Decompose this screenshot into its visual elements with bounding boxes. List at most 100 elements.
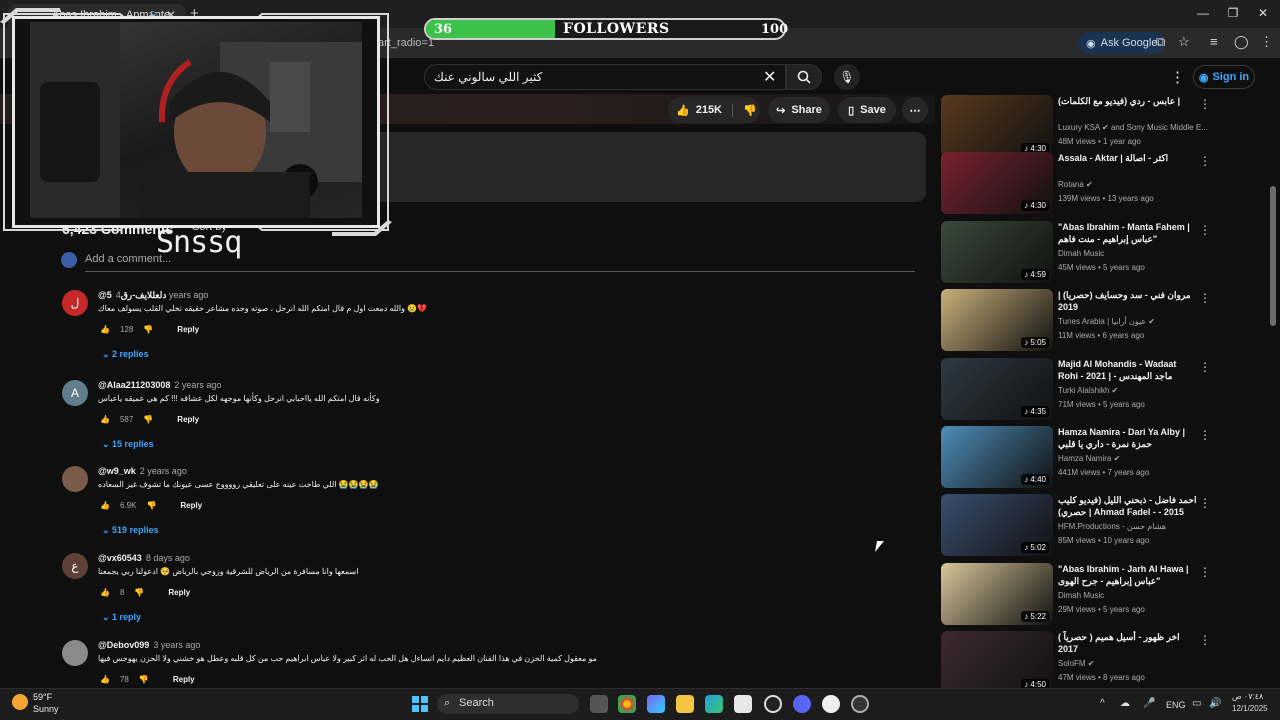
copilot-icon[interactable] xyxy=(647,695,665,713)
video-menu-icon[interactable]: ⋮ xyxy=(1199,360,1211,374)
view-replies-button[interactable]: ⌄ 15 replies xyxy=(102,439,154,450)
comment-time[interactable]: 2 years ago xyxy=(140,466,187,476)
video-thumbnail[interactable]: ♪ 4:35 xyxy=(941,358,1053,420)
reply-button[interactable]: Reply xyxy=(168,588,190,597)
taskbar-search[interactable]: Search xyxy=(437,694,579,714)
video-channel[interactable]: SoloFM ✔ xyxy=(1058,659,1095,668)
video-menu-icon[interactable]: ⋮ xyxy=(1199,223,1211,237)
related-video[interactable]: ♪ 4:30 عابس - ردي (فيديو مع الكلمات) | L… xyxy=(941,95,1211,157)
comment-avatar[interactable]: ل xyxy=(62,290,88,316)
thumbs-up-icon[interactable]: 👍 xyxy=(100,501,110,510)
task-view-icon[interactable] xyxy=(590,695,608,713)
comment-time[interactable]: 3 years ago xyxy=(153,640,200,650)
clock-date[interactable]: 12/1/2025 xyxy=(1232,704,1268,713)
video-channel[interactable]: Dimah Music xyxy=(1058,249,1104,258)
language-indicator[interactable]: ENG xyxy=(1166,700,1186,710)
clear-search-icon[interactable]: ✕ xyxy=(763,67,776,87)
related-video[interactable]: ♪ 4:30 Assala - Aktar | اكثر - اصالة Rot… xyxy=(941,152,1211,214)
related-video[interactable]: ♪ 5:05 مروان فني - سد وحسايف (حصريا) | 2… xyxy=(941,289,1211,351)
video-thumbnail[interactable]: ♪ 5:02 xyxy=(941,494,1053,556)
clock-time[interactable]: ٠٧:٤٨ ص xyxy=(1232,692,1263,701)
comment-author[interactable]: @دلعللايف-رق54 years ago xyxy=(98,290,208,301)
thumbs-up-icon[interactable]: 👍 xyxy=(676,104,690,117)
video-channel[interactable]: Dimah Music xyxy=(1058,591,1104,600)
video-title[interactable]: Hamza Namira - Dari Ya Alby | حمزة نمرة … xyxy=(1058,426,1198,450)
save-button[interactable]: ▯ Save xyxy=(838,97,896,123)
microphone-tray-icon[interactable]: 🎤 xyxy=(1143,698,1155,709)
thumbs-down-icon[interactable]: 👎 xyxy=(732,103,757,117)
view-replies-button[interactable]: ⌄ 519 replies xyxy=(102,525,159,536)
chrome-icon[interactable] xyxy=(618,695,636,713)
comment-time[interactable]: 2 years ago xyxy=(174,380,221,390)
profile-icon[interactable]: ◯ xyxy=(1234,34,1249,50)
windows-start-icon[interactable] xyxy=(412,696,428,712)
window-close-icon[interactable]: ✕ xyxy=(1248,6,1278,20)
display-icon[interactable]: ▭ xyxy=(1192,698,1201,709)
file-explorer-icon[interactable] xyxy=(676,695,694,713)
video-menu-icon[interactable]: ⋮ xyxy=(1199,97,1211,111)
video-thumbnail[interactable]: ♪ 5:22 xyxy=(941,563,1053,625)
thumbs-down-icon[interactable]: 👎 xyxy=(139,675,149,684)
view-replies-button[interactable]: ⌄ 1 reply xyxy=(102,612,141,623)
related-video[interactable]: ♪ 4:35 Majid Al Mohandis - Wadaat Rohi -… xyxy=(941,358,1211,420)
browser-menu-icon[interactable]: ⋮ xyxy=(1260,34,1273,50)
video-channel[interactable]: Turki Alalshikh ✔ xyxy=(1058,386,1118,395)
comment-avatar[interactable] xyxy=(62,466,88,492)
bookmark-star-icon[interactable]: ☆ xyxy=(1178,34,1190,50)
comment-author[interactable]: @vx60543 8 days ago xyxy=(98,553,190,563)
video-thumbnail[interactable]: ♪ 4:40 xyxy=(941,426,1053,488)
comment-avatar[interactable]: ع xyxy=(62,553,88,579)
video-menu-icon[interactable]: ⋮ xyxy=(1199,565,1211,579)
comment-author[interactable]: @Debov099 3 years ago xyxy=(98,640,200,650)
reply-button[interactable]: Reply xyxy=(180,501,202,510)
ask-google-button[interactable]: ◉ Ask Google xyxy=(1078,32,1166,54)
search-button[interactable] xyxy=(786,64,822,90)
video-channel[interactable]: Rotana ✔ xyxy=(1058,180,1093,189)
video-menu-icon[interactable]: ⋮ xyxy=(1199,496,1211,510)
video-thumbnail[interactable]: ♪ 4:50 xyxy=(941,631,1053,693)
like-dislike-group[interactable]: 👍 215K 👎 xyxy=(668,97,760,123)
sign-in-button[interactable]: ◉ Sign in xyxy=(1193,65,1255,89)
video-title[interactable]: مروان فني - سد وحسايف (حصريا) | 2019 xyxy=(1058,289,1198,313)
video-title[interactable]: "Abas Ibrahim - Manta Fahem | عباس إبراه… xyxy=(1058,221,1198,245)
restore-icon[interactable]: ❐ xyxy=(1218,6,1248,20)
video-title[interactable]: احمد فاضل - ذبحني الليل (فيديو كليب حصري… xyxy=(1058,494,1198,518)
video-menu-icon[interactable]: ⋮ xyxy=(1199,428,1211,442)
install-icon[interactable]: ⧉ xyxy=(1156,34,1165,50)
video-title[interactable]: Assala - Aktar | اكثر - اصالة xyxy=(1058,152,1198,164)
more-actions-button[interactable]: ⋯ xyxy=(902,97,928,123)
reply-button[interactable]: Reply xyxy=(173,675,195,684)
thumbs-up-icon[interactable]: 👍 xyxy=(100,415,110,424)
mic-button[interactable]: 🎙 xyxy=(834,64,860,90)
weather-temperature[interactable]: 59°F xyxy=(33,692,52,702)
volume-icon[interactable]: 🔊 xyxy=(1209,698,1221,709)
related-video[interactable]: ♪ 4:50 اخر ظهور - أسيل هميم ( حصرياً ) 2… xyxy=(941,631,1211,693)
comment-time[interactable]: 8 days ago xyxy=(146,553,190,563)
video-title[interactable]: "Abas Ibrahim - Jarh Al Hawa | عباس إبرا… xyxy=(1058,563,1198,587)
minimize-icon[interactable]: — xyxy=(1188,6,1218,20)
related-video[interactable]: ♪ 5:22 "Abas Ibrahim - Jarh Al Hawa | عب… xyxy=(941,563,1211,625)
video-channel[interactable]: Luxury KSA ✔ and Sony Music Middle E... xyxy=(1058,123,1208,132)
video-channel[interactable]: Hamza Namira ✔ xyxy=(1058,454,1120,463)
thumbs-down-icon[interactable]: 👎 xyxy=(146,501,156,510)
thumbs-down-icon[interactable]: 👎 xyxy=(143,325,153,334)
reply-button[interactable]: Reply xyxy=(177,325,199,334)
video-thumbnail[interactable]: ♪ 4:30 xyxy=(941,95,1053,157)
view-replies-button[interactable]: ⌄ 2 replies xyxy=(102,349,149,360)
store-icon[interactable] xyxy=(734,695,752,713)
video-menu-icon[interactable]: ⋮ xyxy=(1199,291,1211,305)
related-video[interactable]: ♪ 5:02 احمد فاضل - ذبحني الليل (فيديو كل… xyxy=(941,494,1211,556)
comment-avatar[interactable]: A xyxy=(62,380,88,406)
discord-icon[interactable] xyxy=(793,695,811,713)
reply-button[interactable]: Reply xyxy=(177,415,199,424)
scrollbar[interactable] xyxy=(1270,186,1276,326)
thumbs-up-icon[interactable]: 👍 xyxy=(100,588,110,597)
video-title[interactable]: عابس - ردي (فيديو مع الكلمات) | xyxy=(1058,95,1198,107)
app-icon[interactable] xyxy=(851,695,869,713)
weather-condition[interactable]: Sunny xyxy=(33,704,59,714)
video-thumbnail[interactable]: ♪ 4:59 xyxy=(941,221,1053,283)
video-thumbnail[interactable]: ♪ 4:30 xyxy=(941,152,1053,214)
thumbs-up-icon[interactable]: 👍 xyxy=(100,675,110,684)
share-button[interactable]: ↪ Share xyxy=(768,97,830,123)
thumbs-up-icon[interactable]: 👍 xyxy=(100,325,110,334)
